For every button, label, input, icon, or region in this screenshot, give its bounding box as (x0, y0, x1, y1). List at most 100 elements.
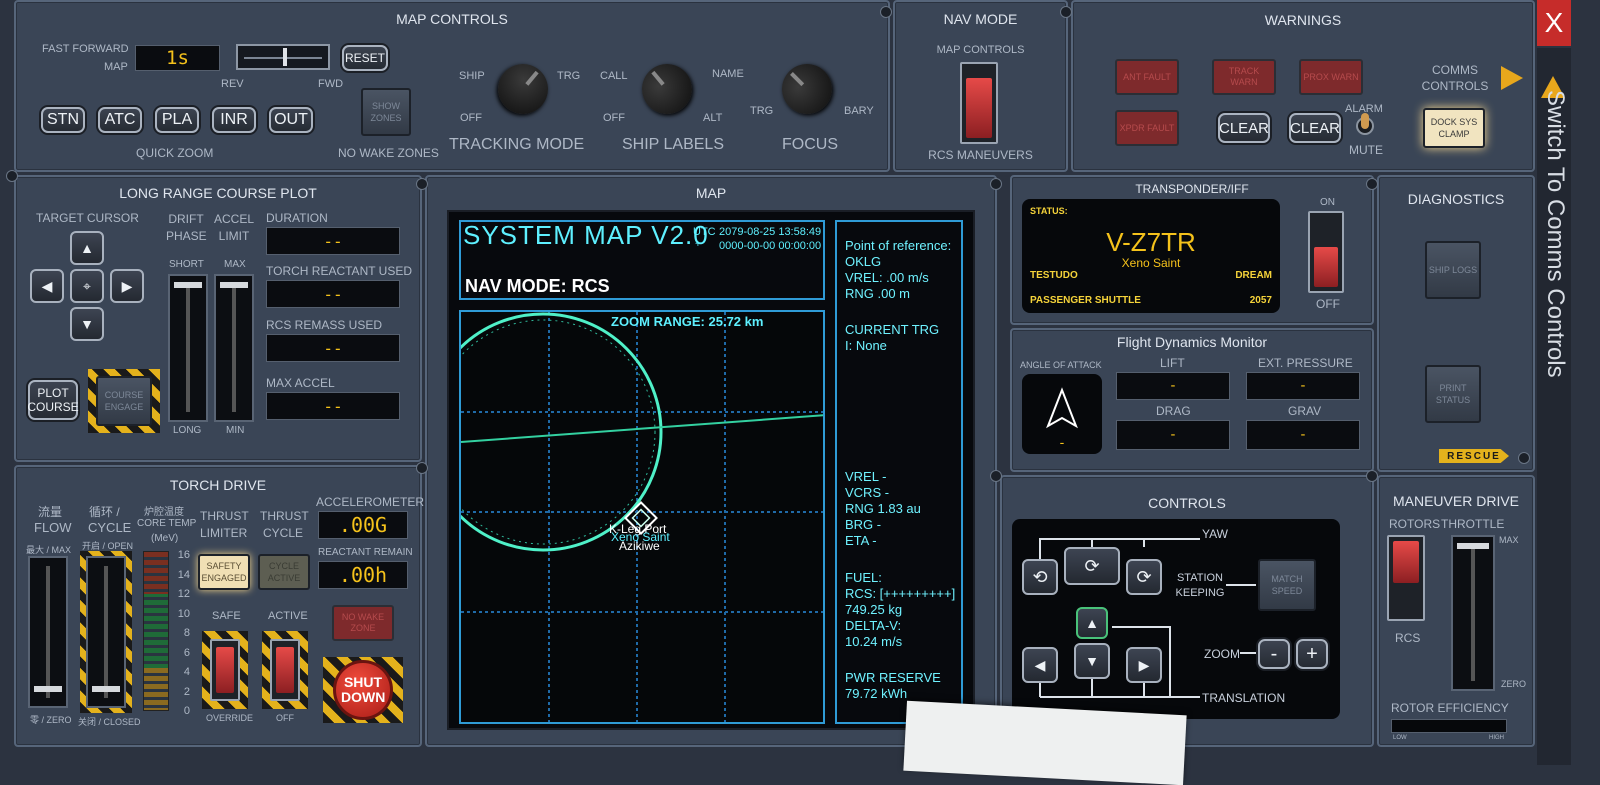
transponder-panel: TRANSPONDER/IFF STATUS: V-Z7TR Xeno Sain… (1010, 175, 1374, 325)
focus-bary-label: BARY (844, 105, 874, 117)
yaw-right-button[interactable]: ⟳ (1126, 559, 1162, 595)
comms-controls-arrow-icon[interactable] (1501, 66, 1523, 90)
tracking-mode-knob[interactable] (487, 53, 559, 125)
reactant-remain-display: .00h (318, 561, 408, 589)
comms-controls-label: COMMS CONTROLS (1421, 63, 1489, 93)
transponder-callsign: V-Z7TR (1106, 227, 1196, 257)
yaw-left-button[interactable]: ⟲ (1022, 559, 1058, 595)
show-zones-button[interactable]: SHOW ZONES (361, 88, 411, 136)
zoom-out-button[interactable]: - (1258, 639, 1290, 669)
aoa-value: - (1059, 434, 1065, 450)
grav-display: - (1246, 420, 1360, 450)
track-warn-light: TRACK WARN (1212, 59, 1276, 95)
mute-label: MUTE (1349, 143, 1383, 157)
focus-title: FOCUS (782, 136, 838, 153)
safety-engaged-indicator[interactable]: SAFETY ENGAGED (198, 554, 250, 590)
duration-display: -- (266, 227, 400, 255)
info-trg-name: I: None (845, 338, 887, 353)
translation-label: TRANSLATION (1202, 691, 1286, 705)
marker-azikiwe[interactable]: Azikiwe (619, 539, 660, 553)
roll-button[interactable]: ⟳ (1064, 547, 1120, 585)
arrow-up-icon: ▲ (1085, 615, 1099, 631)
clear-warning-button-2[interactable]: CLEAR (1289, 113, 1341, 143)
print-status-button[interactable]: PRINT STATUS (1425, 365, 1481, 423)
arrow-right-icon: ▶ (121, 277, 133, 294)
switch-comms-tab[interactable]: Switch To Comms Controls (1537, 48, 1571, 765)
shutdown-button[interactable]: SHUT DOWN (333, 660, 393, 720)
info-vcrs: VCRS - (845, 485, 890, 500)
map-info-box: Point of reference: OKLG VREL: .00 m/s R… (835, 220, 963, 724)
fwd-label: FWD (318, 78, 344, 90)
time-warp-display: 1s (135, 45, 220, 71)
ant-fault-light: ANT FAULT (1115, 59, 1179, 95)
throttle-max-label: MAX (1499, 535, 1519, 545)
translate-up-button[interactable]: ▲ (1076, 607, 1108, 639)
zoom-in-button[interactable]: + (1296, 639, 1328, 669)
roll-icon: ⟳ (1084, 555, 1100, 576)
accelerometer-display: .00G (318, 511, 408, 539)
elapsed-time: 0000-00-00 00:00:00 (719, 240, 822, 252)
match-speed-button[interactable]: MATCH SPEED (1258, 559, 1316, 611)
course-engage-button[interactable]: COURSE ENGAGE (96, 376, 152, 426)
warnings-title: WARNINGS (1264, 12, 1342, 28)
flow-slider[interactable] (28, 556, 68, 708)
cursor-down-button[interactable]: ▼ (70, 307, 104, 341)
cursor-right-button[interactable]: ▶ (110, 269, 144, 303)
alarm-mute-toggle[interactable] (1356, 113, 1374, 135)
long-label: LONG (173, 425, 202, 436)
info-current-trg: CURRENT TRG (845, 322, 940, 337)
ship-labels-knob[interactable] (631, 53, 703, 125)
active-off-switch[interactable] (270, 639, 300, 701)
quick-zoom-pla-button[interactable]: PLA (155, 107, 199, 133)
cursor-up-button[interactable]: ▲ (70, 231, 104, 265)
focus-knob[interactable] (771, 53, 843, 125)
map-view[interactable]: ZOOM RANGE: 25.72 km K-Leg Port Xeno Sai… (459, 310, 825, 724)
cursor-left-button[interactable]: ◀ (30, 269, 64, 303)
ship-logs-button[interactable]: SHIP LOGS (1425, 241, 1481, 299)
transponder-screen: STATUS: V-Z7TR Xeno Saint TESTUDO DREAM … (1022, 199, 1280, 313)
transponder-ship-name: Xeno Saint (1121, 256, 1181, 270)
ship-labels-title: SHIP LABELS (622, 136, 724, 153)
cycle-active-indicator[interactable]: CYCLE ACTIVE (258, 554, 310, 590)
quick-zoom-inr-button[interactable]: INR (212, 107, 256, 133)
close-button[interactable]: X (1537, 0, 1571, 46)
nav-mode-switch[interactable] (960, 62, 998, 144)
fast-forward-label: FAST FORWARD (42, 43, 129, 55)
safe-override-switch[interactable] (210, 639, 240, 701)
clear-warning-button-1[interactable]: CLEAR (1218, 113, 1270, 143)
paper-note[interactable] (903, 700, 1187, 785)
time-warp-slider[interactable] (236, 44, 330, 70)
translate-down-button[interactable]: ▼ (1074, 643, 1110, 679)
nav-mode-title: NAV MODE (943, 11, 1018, 27)
cycle-slider[interactable] (86, 556, 126, 708)
drift-phase-label: DRIFT PHASE (166, 212, 207, 243)
core-temp-bar (143, 551, 169, 711)
no-wake-zones-label: NO WAKE ZONES (338, 146, 439, 160)
flow-zero-label: 零 / ZERO (30, 715, 72, 725)
screw (1366, 470, 1378, 482)
translate-right-button[interactable]: ▶ (1126, 647, 1162, 683)
torch-drive-panel: TORCH DRIVE 流量 FLOW 循环 / CYCLE 炉腔温度 CORE… (14, 465, 424, 747)
thrust-limiter-label: THRUST LIMITER (200, 509, 249, 540)
translate-left-button[interactable]: ◀ (1022, 647, 1058, 683)
quick-zoom-atc-button[interactable]: ATC (98, 107, 142, 133)
rescue-button[interactable]: RESCUE (1439, 449, 1509, 463)
flight-dynamics-title: Flight Dynamics Monitor (1116, 334, 1268, 350)
rotors-switch[interactable] (1387, 535, 1425, 621)
throttle-zero-label: ZERO (1501, 679, 1527, 689)
temp-scale-12: 12 (177, 588, 190, 600)
throttle-slider[interactable] (1451, 535, 1495, 691)
accel-limit-slider[interactable] (214, 274, 254, 422)
plot-course-button[interactable]: PLOT COURSE (27, 380, 79, 420)
quick-zoom-out-button[interactable]: OUT (269, 107, 313, 133)
quick-zoom-stn-button[interactable]: STN (41, 107, 85, 133)
rcs-label: RCS (1395, 631, 1421, 645)
map-grid (461, 312, 823, 722)
drift-phase-slider[interactable] (168, 274, 208, 422)
info-pwr-value: 79.72 kWh (845, 686, 908, 701)
reset-button[interactable]: RESET (342, 45, 388, 71)
dock-sys-clamp-button[interactable]: DOCK SYS CLAMP (1423, 108, 1485, 148)
transponder-switch[interactable] (1308, 211, 1344, 293)
screw (880, 6, 892, 18)
cursor-center-button[interactable]: ⌖ (70, 269, 104, 303)
